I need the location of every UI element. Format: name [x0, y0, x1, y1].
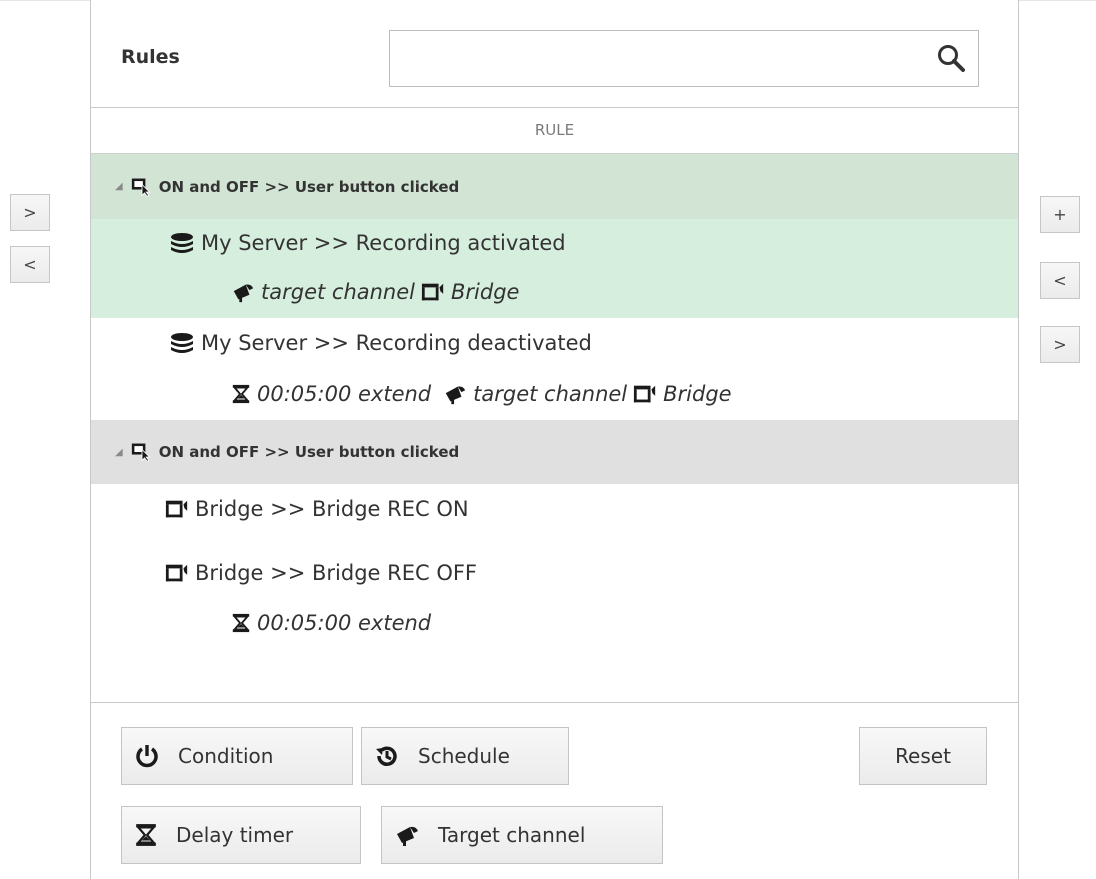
- param-delay: 00:05:00 extend: [257, 611, 432, 635]
- action-params-row[interactable]: 00:05:00 extend target channel Bridge: [91, 368, 1018, 420]
- action-label: My Server >> Recording activated: [201, 230, 566, 255]
- rule-header-label: ON and OFF >> User button clicked: [158, 177, 460, 196]
- target-channel-button-label: Target channel: [438, 823, 586, 847]
- action-label: My Server >> Recording deactivated: [201, 331, 592, 355]
- delay-timer-button-label: Delay timer: [176, 823, 294, 847]
- rules-panel: Rules RULE ◢ ON and OFF >> User button c…: [90, 0, 1019, 879]
- rule-column-header: RULE: [91, 108, 1018, 154]
- page-title: Rules: [121, 46, 180, 68]
- collapse-triangle-icon[interactable]: ◢: [115, 181, 123, 192]
- bottom-toolbar: Condition Schedule Reset Delay timer Tar…: [91, 702, 1018, 879]
- bridge-icon: [165, 562, 189, 584]
- search-input[interactable]: [398, 41, 918, 75]
- outdent-button[interactable]: <: [1040, 262, 1080, 299]
- move-left-button[interactable]: <: [10, 246, 50, 283]
- target-channel-icon: [231, 281, 255, 303]
- schedule-button-label: Schedule: [418, 744, 510, 768]
- move-left-label: <: [23, 255, 37, 274]
- schedule-button[interactable]: Schedule: [361, 727, 569, 785]
- target-channel-icon: [443, 383, 467, 405]
- rule-action-row[interactable]: My Server >> Recording deactivated: [91, 318, 1018, 368]
- rule-action-row[interactable]: Bridge >> Bridge REC ON: [91, 484, 1018, 534]
- user-button-icon: [131, 442, 153, 462]
- rules-header: Rules: [91, 0, 1018, 108]
- indent-label: >: [1053, 335, 1067, 354]
- move-right-button[interactable]: >: [10, 194, 50, 231]
- add-label: +: [1053, 205, 1067, 224]
- rule-action-row[interactable]: Bridge >> Bridge REC OFF: [91, 548, 1018, 598]
- param-bridge: Bridge: [663, 382, 732, 406]
- collapse-triangle-icon[interactable]: ◢: [115, 447, 123, 458]
- hourglass-icon: [231, 383, 251, 405]
- hourglass-icon: [134, 822, 158, 848]
- user-button-icon: [131, 177, 153, 197]
- action-params-row[interactable]: target channel Bridge: [91, 266, 1018, 318]
- search-icon[interactable]: [936, 43, 966, 73]
- server-stack-icon: [169, 232, 195, 254]
- action-label: Bridge >> Bridge REC OFF: [195, 561, 478, 585]
- param-delay: 00:05:00 extend: [257, 382, 432, 406]
- rule-action-row[interactable]: My Server >> Recording activated: [91, 219, 1018, 266]
- target-channel-button[interactable]: Target channel: [381, 806, 663, 864]
- schedule-icon: [374, 743, 400, 769]
- param-target-channel: target channel: [473, 382, 628, 406]
- indent-button[interactable]: >: [1040, 326, 1080, 363]
- outdent-label: <: [1053, 271, 1067, 290]
- param-bridge: Bridge: [451, 280, 520, 304]
- bridge-icon: [165, 498, 189, 520]
- action-params-row[interactable]: 00:05:00 extend: [91, 598, 1018, 648]
- hourglass-icon: [231, 612, 251, 634]
- reset-button-label: Reset: [895, 744, 951, 768]
- reset-button[interactable]: Reset: [859, 727, 987, 785]
- move-right-label: >: [23, 203, 37, 222]
- add-button[interactable]: +: [1040, 196, 1080, 233]
- server-stack-icon: [169, 332, 195, 354]
- condition-button-label: Condition: [178, 744, 274, 768]
- action-label: Bridge >> Bridge REC ON: [195, 497, 469, 521]
- bridge-icon: [421, 281, 445, 303]
- param-target-channel: target channel: [261, 280, 415, 304]
- condition-button[interactable]: Condition: [121, 727, 353, 785]
- search-box[interactable]: [389, 30, 979, 87]
- power-icon: [134, 743, 160, 769]
- target-channel-icon: [394, 822, 420, 848]
- delay-timer-button[interactable]: Delay timer: [121, 806, 361, 864]
- rule-header-row[interactable]: ◢ ON and OFF >> User button clicked: [91, 154, 1018, 219]
- bridge-icon: [633, 383, 657, 405]
- rule-header-row[interactable]: ◢ ON and OFF >> User button clicked: [91, 420, 1018, 484]
- rule-header-label: ON and OFF >> User button clicked: [158, 443, 460, 461]
